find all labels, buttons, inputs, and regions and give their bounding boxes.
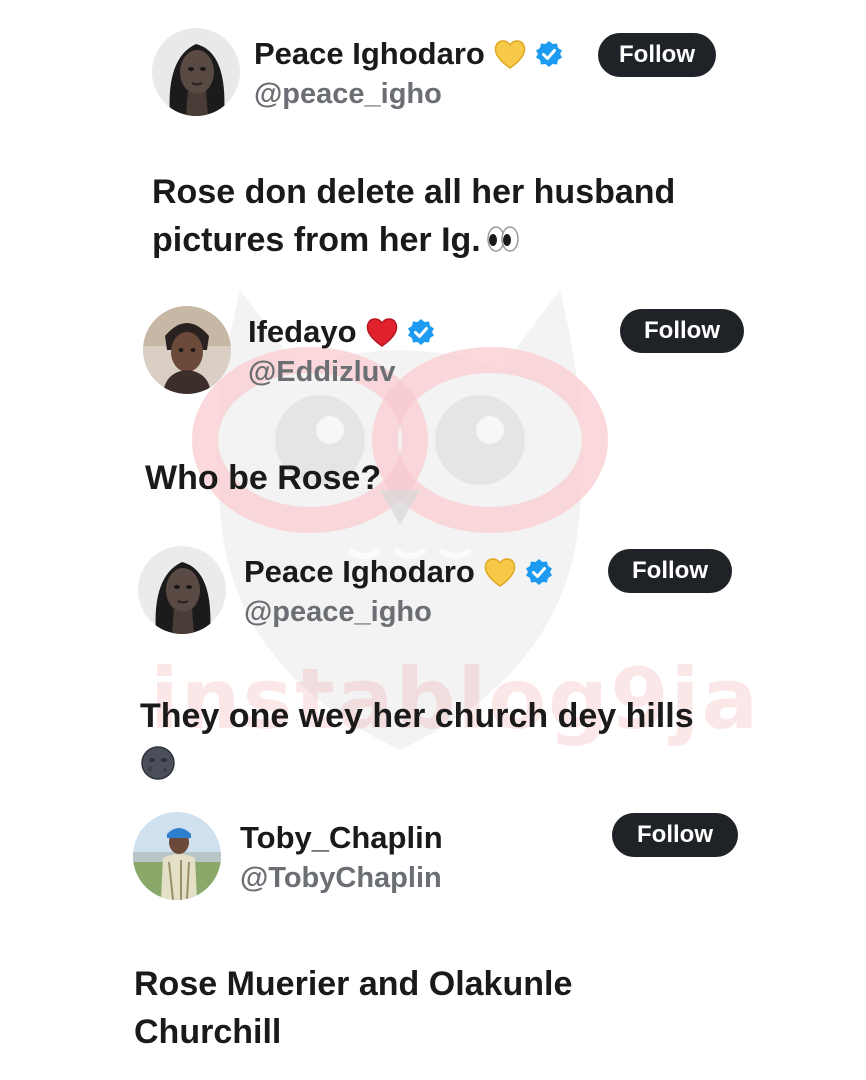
eyes-icon (485, 221, 521, 257)
tweet-text: Who be Rose? (145, 459, 382, 497)
display-name-line: Toby_Chaplin (240, 820, 443, 856)
display-name-line: Peace Ighodaro (254, 36, 563, 72)
new-moon-face-icon (140, 745, 176, 781)
tweet-card: Toby_Chaplin @TobyChaplin Follow Rose Mu… (0, 812, 866, 1062)
user-handle[interactable]: @Eddizluv (248, 356, 396, 389)
display-name-line: Peace Ighodaro (244, 554, 553, 590)
avatar[interactable] (143, 306, 231, 394)
user-handle[interactable]: @peace_igho (254, 78, 442, 111)
display-name[interactable]: Peace Ighodaro (254, 36, 485, 72)
verified-badge-icon (535, 40, 563, 68)
tweet-text: They one wey her church dey hills (140, 692, 820, 788)
yellow-heart-icon (493, 37, 527, 71)
verified-badge-icon (407, 318, 435, 346)
verified-badge-icon (525, 558, 553, 586)
display-name[interactable]: Ifedayo (248, 314, 357, 350)
tweet-text: Rose don delete all her husband pictures… (152, 168, 792, 264)
tweet-text: Rose Muerier and Olakunle Churchill (134, 965, 573, 1051)
avatar[interactable] (138, 546, 226, 634)
tweet-card: Peace Ighodaro @peace_igho Follow They o… (0, 546, 866, 786)
tweet-text-content: They one wey her church dey hills (140, 697, 694, 735)
tweet-text-content: Rose don delete all her husband pictures… (152, 173, 676, 259)
user-handle[interactable]: @TobyChaplin (240, 862, 442, 895)
tweet-card: Ifedayo @Eddizluv Follow Who be Rose? (0, 306, 866, 506)
red-heart-icon (365, 315, 399, 349)
tweet-card: Peace Ighodaro @peace_igho Follow Rose d… (0, 28, 866, 268)
display-name-line: Ifedayo (248, 314, 435, 350)
follow-button[interactable]: Follow (608, 549, 732, 593)
follow-button[interactable]: Follow (598, 33, 716, 77)
avatar[interactable] (133, 812, 221, 900)
display-name[interactable]: Peace Ighodaro (244, 554, 475, 590)
follow-button[interactable]: Follow (620, 309, 744, 353)
display-name[interactable]: Toby_Chaplin (240, 820, 443, 856)
follow-button[interactable]: Follow (612, 813, 738, 857)
avatar[interactable] (152, 28, 240, 116)
yellow-heart-icon (483, 555, 517, 589)
user-handle[interactable]: @peace_igho (244, 596, 432, 629)
